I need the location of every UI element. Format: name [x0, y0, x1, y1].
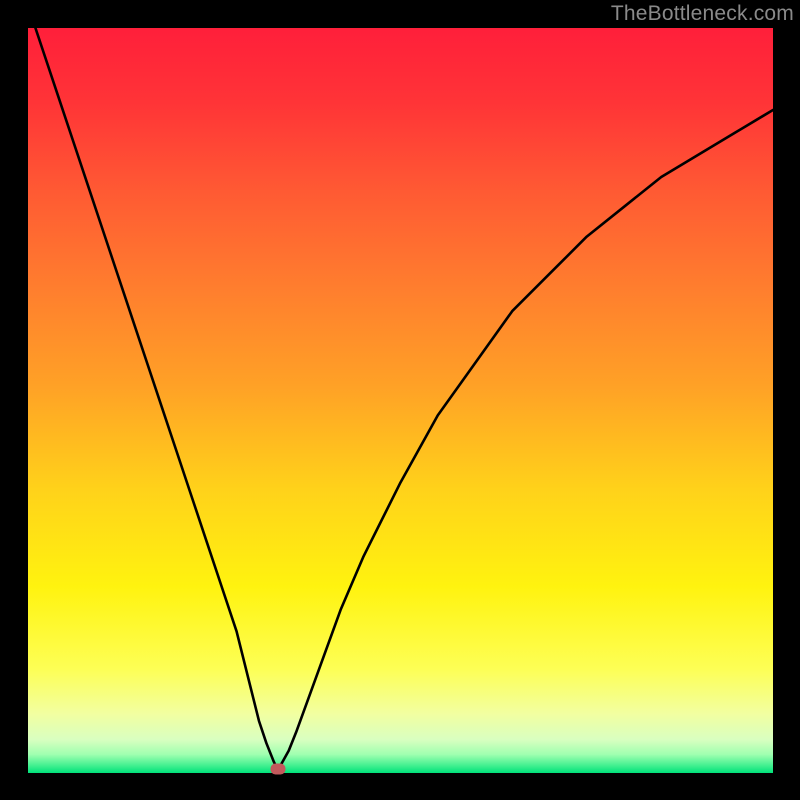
gradient-background	[28, 28, 773, 773]
watermark-text: TheBottleneck.com	[611, 2, 794, 26]
min-marker	[270, 764, 285, 775]
plot-frame	[28, 28, 773, 773]
chart-svg	[28, 28, 773, 773]
